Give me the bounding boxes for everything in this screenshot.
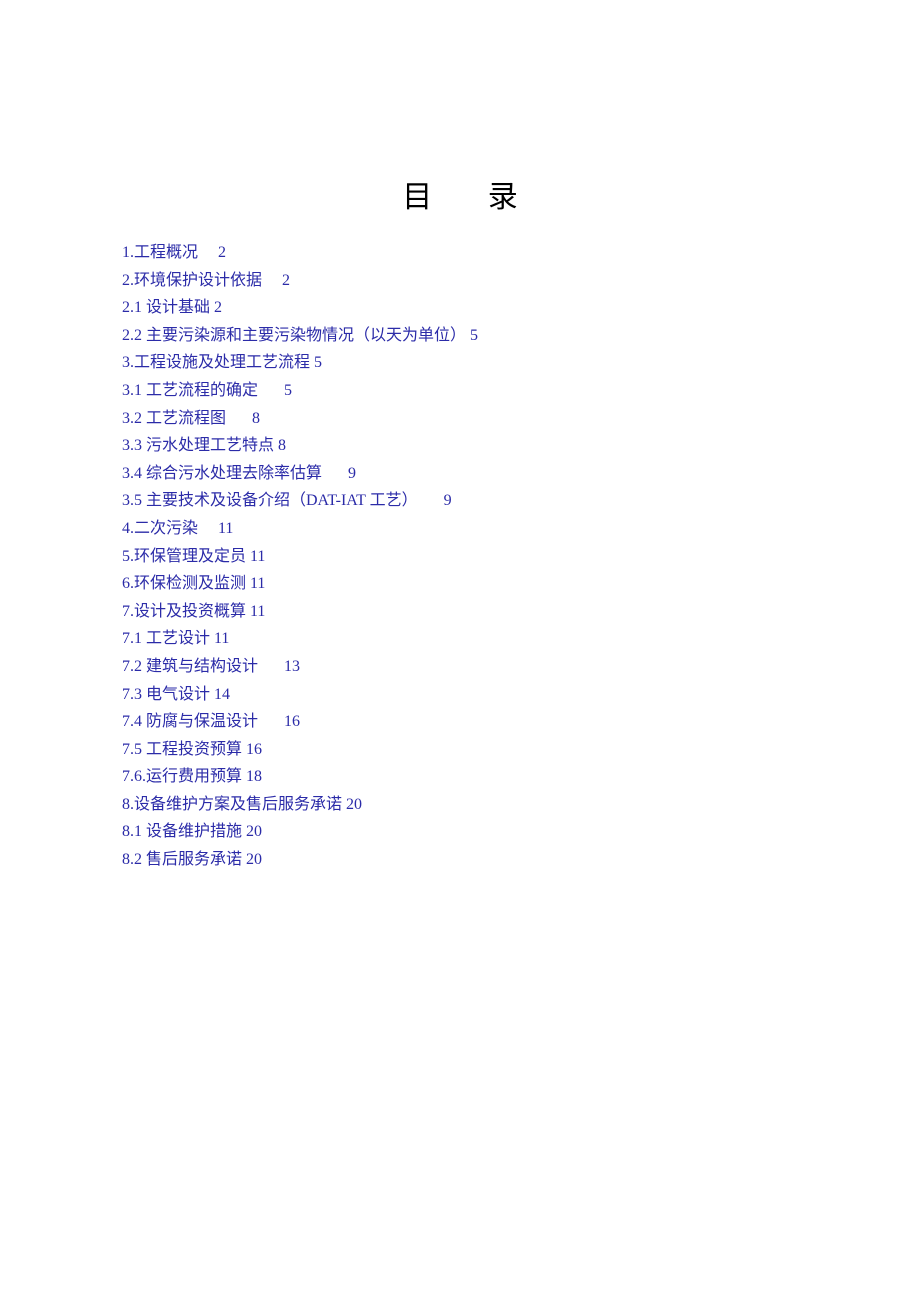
- toc-label: 8.2 售后服务承诺: [122, 851, 242, 868]
- toc-entry[interactable]: 2.1 设计基础2: [122, 295, 798, 321]
- toc-label: 2.2 主要污染源和主要污染物情况（以天为单位）: [122, 327, 466, 344]
- toc-label: 3.工程设施及处理工艺流程: [122, 354, 310, 371]
- toc-page: 11: [214, 630, 229, 647]
- toc-page: 8: [252, 410, 260, 427]
- toc-label: 1.工程概况: [122, 244, 198, 261]
- toc-page: 20: [246, 851, 262, 868]
- toc-entry[interactable]: 4.二次污染 11: [122, 516, 798, 542]
- toc-page: 2: [218, 244, 226, 261]
- toc-entry[interactable]: 6.环保检测及监测11: [122, 571, 798, 597]
- toc-entry[interactable]: 3.2 工艺流程图 8: [122, 406, 798, 432]
- toc-page: 11: [250, 548, 265, 565]
- toc-label: 3.4 综合污水处理去除率估算: [122, 465, 322, 482]
- toc-page: 18: [246, 768, 262, 785]
- toc-label: 3.2 工艺流程图: [122, 410, 226, 427]
- toc-label: 2.环境保护设计依据: [122, 272, 262, 289]
- toc-page: 8: [278, 437, 286, 454]
- toc-page: 20: [346, 796, 362, 813]
- toc-label: 7.3 电气设计: [122, 686, 210, 703]
- toc-entry[interactable]: 5.环保管理及定员11: [122, 544, 798, 570]
- toc-entry[interactable]: 3.工程设施及处理工艺流程5: [122, 350, 798, 376]
- toc-page: 2: [214, 299, 222, 316]
- table-of-contents: 1.工程概况2 2.环境保护设计依据2 2.1 设计基础2 2.2 主要污染源和…: [122, 240, 798, 873]
- toc-page: 5: [470, 327, 478, 344]
- toc-entry[interactable]: 3.4 综合污水处理去除率估算 9: [122, 461, 798, 487]
- toc-page: 16: [284, 713, 300, 730]
- toc-page: 5: [284, 382, 292, 399]
- toc-label: 3.1 工艺流程的确定: [122, 382, 258, 399]
- toc-label: 7.4 防腐与保温设计: [122, 713, 258, 730]
- toc-entry[interactable]: 7.5 工程投资预算16: [122, 737, 798, 763]
- toc-entry[interactable]: 3.3 污水处理工艺特点8: [122, 433, 798, 459]
- toc-label: 8.1 设备维护措施: [122, 823, 242, 840]
- toc-label: 7.2 建筑与结构设计: [122, 658, 258, 675]
- toc-entry[interactable]: 7.1 工艺设计11: [122, 626, 798, 652]
- toc-entry[interactable]: 7.2 建筑与结构设计 13: [122, 654, 798, 680]
- toc-title: 目 录: [122, 172, 798, 216]
- toc-label: 6.环保检测及监测: [122, 575, 246, 592]
- toc-page: 20: [246, 823, 262, 840]
- toc-page: 14: [214, 686, 230, 703]
- toc-label: 2.1 设计基础: [122, 299, 210, 316]
- toc-page: 9: [348, 465, 356, 482]
- toc-label: 7.设计及投资概算: [122, 603, 246, 620]
- toc-label: 7.5 工程投资预算: [122, 741, 242, 758]
- toc-label: 5.环保管理及定员: [122, 548, 246, 565]
- toc-entry[interactable]: 7.3 电气设计14: [122, 682, 798, 708]
- toc-page: 9: [444, 492, 452, 509]
- toc-entry[interactable]: 7.4 防腐与保温设计 16: [122, 709, 798, 735]
- toc-label: 3.5 主要技术及设备介绍（DAT-IAT 工艺）: [122, 492, 418, 509]
- toc-label: 3.3 污水处理工艺特点: [122, 437, 274, 454]
- toc-page: 13: [284, 658, 300, 675]
- toc-page: 5: [314, 354, 322, 371]
- toc-entry[interactable]: 8.1 设备维护措施20: [122, 819, 798, 845]
- toc-entry[interactable]: 7.6.运行费用预算18: [122, 764, 798, 790]
- toc-page: 11: [250, 603, 265, 620]
- toc-page: 2: [282, 272, 290, 289]
- toc-label: 7.1 工艺设计: [122, 630, 210, 647]
- toc-entry[interactable]: 3.5 主要技术及设备介绍（DAT-IAT 工艺） 9: [122, 488, 798, 514]
- toc-entry[interactable]: 2.2 主要污染源和主要污染物情况（以天为单位）5: [122, 323, 798, 349]
- toc-entry[interactable]: 3.1 工艺流程的确定 5: [122, 378, 798, 404]
- toc-page: 11: [218, 520, 233, 537]
- toc-label: 8.设备维护方案及售后服务承诺: [122, 796, 342, 813]
- toc-entry[interactable]: 1.工程概况 2: [122, 240, 798, 266]
- toc-label: 7.6.运行费用预算: [122, 768, 242, 785]
- toc-entry[interactable]: 8.设备维护方案及售后服务承诺20: [122, 792, 798, 818]
- toc-page: 11: [250, 575, 265, 592]
- toc-entry[interactable]: 7.设计及投资概算11: [122, 599, 798, 625]
- toc-label: 4.二次污染: [122, 520, 198, 537]
- toc-entry[interactable]: 2.环境保护设计依据 2: [122, 268, 798, 294]
- toc-entry[interactable]: 8.2 售后服务承诺20: [122, 847, 798, 873]
- toc-page: 16: [246, 741, 262, 758]
